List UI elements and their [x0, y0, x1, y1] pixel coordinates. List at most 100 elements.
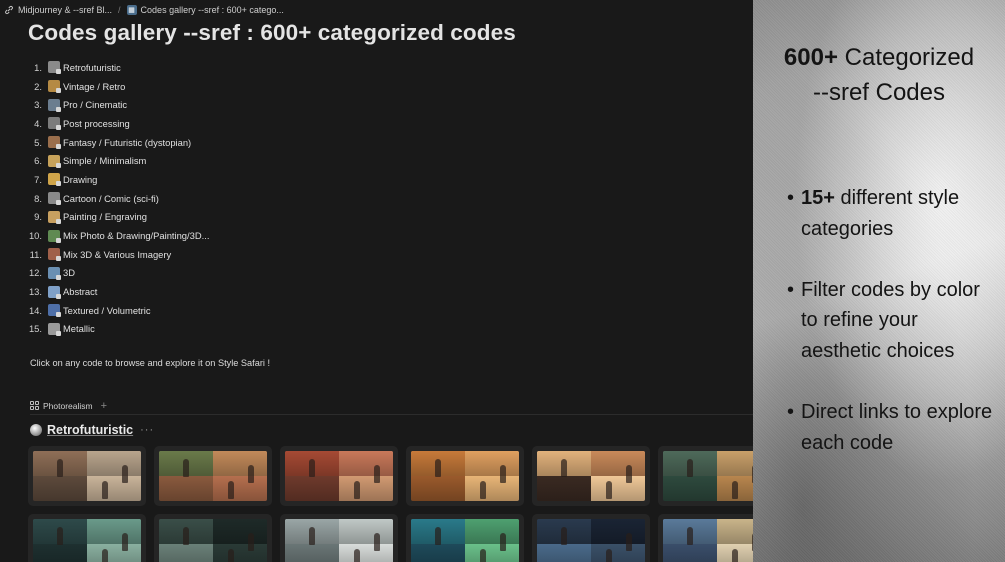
- promo-bullet: Filter codes by color to refine your aes…: [787, 275, 997, 367]
- category-link[interactable]: Textured / Volumetric: [63, 305, 151, 316]
- gallery-card[interactable]: [154, 514, 272, 562]
- thumbnail-figure: [625, 465, 632, 483]
- gallery-card[interactable]: [280, 446, 398, 506]
- thumbnail-figure: [247, 533, 254, 551]
- thumbnail-tile: [537, 476, 591, 501]
- breadcrumb-item-gallery[interactable]: ▦ Codes gallery --sref : 600+ catego...: [126, 5, 284, 15]
- gallery-card[interactable]: [532, 446, 650, 506]
- thumbnail-tile: [87, 451, 141, 476]
- category-link[interactable]: Fantasy / Futuristic (dystopian): [63, 137, 191, 148]
- gallery-card[interactable]: [406, 446, 524, 506]
- thumbnail-figure: [480, 481, 487, 499]
- breadcrumb-label: Midjourney & --sref Bl...: [18, 5, 113, 15]
- thumbnail-figure: [56, 459, 63, 477]
- list-number: 6.: [34, 155, 42, 167]
- card-thumbnail: [285, 519, 393, 562]
- category-thumbnail-icon: [48, 80, 61, 94]
- thumbnail-tile: [591, 544, 645, 562]
- gallery-card[interactable]: [658, 446, 753, 506]
- breadcrumb: Midjourney & --sref Bl... / ▦ Codes gall…: [4, 3, 284, 17]
- thumbnail-figure: [480, 549, 487, 562]
- gallery-icon: ▦: [126, 5, 137, 15]
- category-thumbnail-icon: [48, 229, 61, 243]
- category-link[interactable]: Cartoon / Comic (sci-fi): [63, 193, 159, 204]
- list-number: 10.: [28, 230, 42, 242]
- category-link[interactable]: Mix 3D & Various Imagery: [63, 249, 171, 260]
- category-link[interactable]: Vintage / Retro: [63, 81, 125, 92]
- gallery-card[interactable]: [154, 446, 272, 506]
- thumbnail-figure: [102, 549, 109, 562]
- card-thumbnail: [663, 519, 753, 562]
- card-thumbnail: [411, 451, 519, 501]
- thumbnail-figure: [56, 527, 63, 545]
- thumbnail-tile: [717, 519, 753, 544]
- promo-panel: 600+ Categorized --sref Codes 15+ differ…: [753, 0, 1005, 562]
- list-number: 11.: [29, 248, 42, 260]
- breadcrumb-item-blog[interactable]: Midjourney & --sref Bl...: [4, 5, 112, 15]
- list-item: 13. Abstract: [28, 282, 428, 301]
- gallery-card[interactable]: [658, 514, 753, 562]
- list-number: 15.: [28, 323, 42, 335]
- list-number: 14.: [28, 304, 42, 316]
- thumbnail-figure: [373, 465, 380, 483]
- thumbnail-figure: [732, 549, 739, 562]
- category-link[interactable]: Painting / Engraving: [63, 211, 147, 222]
- category-link[interactable]: Post processing: [63, 118, 130, 129]
- category-thumbnail-icon: [48, 154, 61, 168]
- thumbnail-tile: [213, 476, 267, 501]
- category-link[interactable]: Abstract: [63, 286, 97, 297]
- gallery-card[interactable]: [280, 514, 398, 562]
- category-thumbnail-icon: [48, 266, 61, 280]
- promo-title-rest: Categorized: [837, 44, 975, 71]
- thumbnail-figure: [121, 465, 128, 483]
- thumbnail-figure: [732, 481, 739, 499]
- view-tab-photorealism[interactable]: Photorealism: [43, 401, 93, 411]
- category-link[interactable]: Drawing: [63, 174, 97, 185]
- thumbnail-tile: [87, 544, 141, 562]
- thumbnail-tile: [213, 544, 267, 562]
- add-view-button[interactable]: +: [101, 400, 107, 412]
- category-link[interactable]: Mix Photo & Drawing/Painting/3D...: [63, 230, 209, 241]
- thumbnail-figure: [354, 549, 361, 562]
- thumbnail-figure: [606, 549, 613, 562]
- gallery-grid: [28, 446, 753, 562]
- category-link[interactable]: Metallic: [63, 323, 95, 334]
- gallery-card[interactable]: [406, 514, 524, 562]
- category-link[interactable]: Simple / Minimalism: [63, 155, 146, 166]
- category-link[interactable]: Retrofuturistic: [63, 62, 121, 73]
- thumbnail-tile: [159, 544, 213, 562]
- thumbnail-tile: [213, 519, 267, 544]
- more-options-button[interactable]: ···: [140, 424, 154, 436]
- thumbnail-tile: [591, 519, 645, 544]
- thumbnail-tile: [285, 544, 339, 562]
- thumbnail-figure: [499, 533, 506, 551]
- thumbnail-figure: [121, 533, 128, 551]
- database-view-bar: Photorealism +: [30, 397, 753, 415]
- gallery-card[interactable]: [28, 514, 146, 562]
- gallery-card[interactable]: [28, 446, 146, 506]
- category-thumbnail-icon: [48, 248, 61, 262]
- list-item: 3. Pro / Cinematic: [28, 95, 428, 114]
- card-thumbnail: [33, 519, 141, 562]
- card-thumbnail: [663, 451, 753, 501]
- thumbnail-tile: [465, 476, 519, 501]
- thumbnail-figure: [228, 549, 235, 562]
- thumbnail-tile: [33, 544, 87, 562]
- list-number: 2.: [34, 80, 42, 92]
- link-icon: [4, 5, 14, 15]
- breadcrumb-separator: /: [118, 5, 121, 15]
- thumbnail-figure: [606, 481, 613, 499]
- thumbnail-tile: [591, 451, 645, 476]
- card-thumbnail: [159, 451, 267, 501]
- thumbnail-tile: [465, 451, 519, 476]
- promo-title: 600+ Categorized --sref Codes: [753, 40, 1005, 110]
- gallery-card[interactable]: [532, 514, 650, 562]
- thumbnail-tile: [537, 544, 591, 562]
- category-thumbnail-icon: [48, 285, 61, 299]
- thumbnail-figure: [625, 533, 632, 551]
- category-link[interactable]: Pro / Cinematic: [63, 99, 127, 110]
- section-title[interactable]: Retrofuturistic: [47, 423, 133, 437]
- thumbnail-tile: [339, 451, 393, 476]
- category-link[interactable]: 3D: [63, 267, 75, 278]
- thumbnail-figure: [182, 527, 189, 545]
